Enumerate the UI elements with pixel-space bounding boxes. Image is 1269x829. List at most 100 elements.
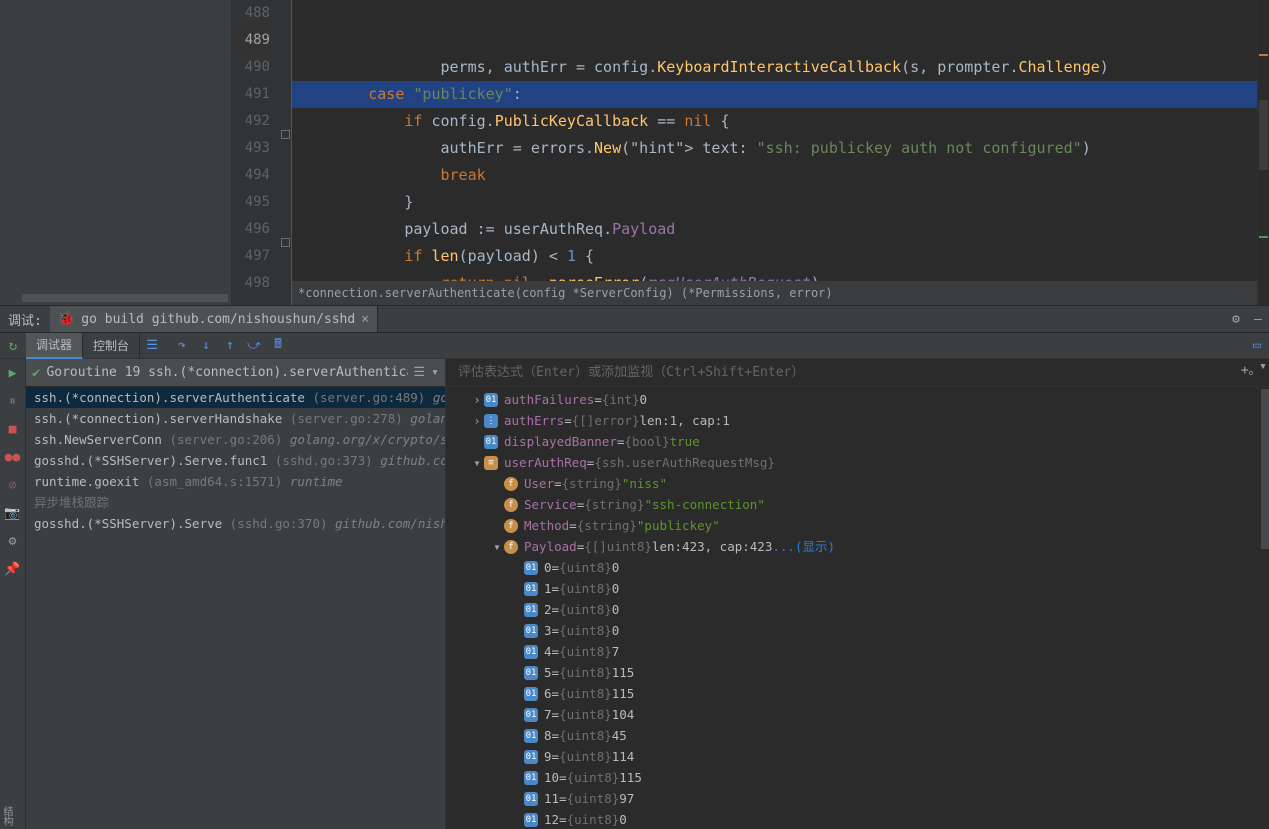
var-payload-item[interactable]: 013 = {uint8} 0	[446, 620, 1269, 641]
code-line[interactable]: if len(payload) < 1 {	[292, 243, 1257, 270]
code-line[interactable]: if config.PublicKeyCallback == nil {	[292, 108, 1257, 135]
layout-icon[interactable]: ▭	[1245, 338, 1269, 353]
chevron-down-icon[interactable]: ▾	[431, 365, 439, 380]
editor-minimap[interactable]	[1257, 0, 1269, 305]
check-icon: ✔	[32, 365, 40, 381]
resume-icon[interactable]: ▶	[5, 365, 21, 381]
var-payload-item[interactable]: 014 = {uint8} 7	[446, 641, 1269, 662]
project-tree-hscroll[interactable]	[22, 294, 228, 302]
debug-toolbar: ↻ 调试器 控制台 ☰ ↷ ↓ ↑ ⤻ 🖩 ▭	[0, 333, 1269, 359]
debug-side-toolbar: ▶ ⏸ ■ ●● ⊘ 📷 ⚙ 📌	[0, 359, 26, 829]
code-line[interactable]: case "publickey":	[292, 81, 1257, 108]
debug-run-config-tab[interactable]: 🐞 go build github.com/nishoushun/sshd ×	[50, 306, 378, 332]
code-line[interactable]: payload := userAuthReq.Payload	[292, 216, 1257, 243]
minimize-icon[interactable]: —	[1247, 312, 1269, 327]
var-payload-item[interactable]: 015 = {uint8} 115	[446, 662, 1269, 683]
gutter-line[interactable]: 492	[232, 108, 270, 135]
gutter-line[interactable]: 488	[232, 0, 270, 27]
tab-console[interactable]: 控制台	[83, 333, 140, 358]
settings-icon[interactable]: ⚙	[1225, 312, 1247, 327]
fold-handle[interactable]	[281, 238, 290, 247]
var-Service[interactable]: fService = {string} "ssh-connection"	[446, 494, 1269, 515]
var-Payload[interactable]: ▾fPayload = {[]uint8} len:423, cap:423 .…	[446, 536, 1269, 557]
debug-label: 调试:	[0, 310, 50, 329]
tab-debugger[interactable]: 调试器	[26, 333, 83, 359]
stop-icon[interactable]: ■	[5, 421, 21, 437]
var-authErrs[interactable]: ›⋮authErrs = {[]error} len:1, cap:1	[446, 410, 1269, 431]
pin-icon[interactable]: 📌	[5, 561, 21, 577]
stack-frame[interactable]: gosshd.(*SSHServer).Serve (sshd.go:370) …	[26, 513, 445, 534]
step-over-icon[interactable]: ↷	[170, 338, 194, 353]
gutter-line[interactable]: 494	[232, 162, 270, 189]
stack-frame[interactable]: ssh.(*connection).serverAuthenticate (se…	[26, 387, 445, 408]
var-User[interactable]: fUser = {string} "niss"	[446, 473, 1269, 494]
var-payload-item[interactable]: 019 = {uint8} 114	[446, 746, 1269, 767]
add-watch-icon[interactable]: +｡	[1241, 359, 1255, 378]
var-Method[interactable]: fMethod = {string} "publickey"	[446, 515, 1269, 536]
var-payload-item[interactable]: 016 = {uint8} 115	[446, 683, 1269, 704]
var-payload-item[interactable]: 0111 = {uint8} 97	[446, 788, 1269, 809]
async-stack-label: 异步堆栈跟踪	[26, 492, 445, 513]
var-payload-item[interactable]: 018 = {uint8} 45	[446, 725, 1269, 746]
code-line[interactable]: authErr = errors.New("hint"> text: "ssh:…	[292, 135, 1257, 162]
bug-icon: 🐞	[58, 311, 75, 327]
gutter-line[interactable]: 495	[232, 189, 270, 216]
gutter-line[interactable]: 497	[232, 243, 270, 270]
frames-panel: ✔ Goroutine 19 ssh.(*connection).serverA…	[26, 359, 446, 829]
gutter-line[interactable]: 491	[232, 81, 270, 108]
frames-head-label: Goroutine 19 ssh.(*connection).serverAut…	[46, 365, 407, 380]
editor-gutter[interactable]: 488489490491492493494495496497498	[232, 0, 280, 305]
settings2-icon[interactable]: ⚙	[5, 533, 21, 549]
var-payload-item[interactable]: 011 = {uint8} 0	[446, 578, 1269, 599]
editor-area: 488489490491492493494495496497498 perms,…	[0, 0, 1269, 305]
mute-breakpoints-icon[interactable]: ⊘	[5, 477, 21, 493]
var-payload-item[interactable]: 010 = {uint8} 0	[446, 557, 1269, 578]
gutter-line[interactable]: 496	[232, 216, 270, 243]
debug-tab-title: go build github.com/nishoushun/sshd	[81, 312, 355, 327]
threads-icon[interactable]: ☰	[140, 338, 164, 353]
stack-frame[interactable]: ssh.(*connection).serverHandshake (serve…	[26, 408, 445, 429]
fold-handle[interactable]	[281, 130, 290, 139]
rerun-icon[interactable]: ↻	[0, 338, 26, 354]
code-editor[interactable]: perms, authErr = config.KeyboardInteract…	[292, 0, 1257, 305]
gutter-line[interactable]: 489	[232, 27, 270, 54]
stack-frame[interactable]: ssh.NewServerConn (server.go:206) golang…	[26, 429, 445, 450]
chevron-down-icon[interactable]: ▾	[1259, 359, 1267, 378]
code-line[interactable]: }	[292, 189, 1257, 216]
view-breakpoints-icon[interactable]: ●●	[5, 449, 21, 465]
fold-column[interactable]	[280, 0, 292, 305]
stack-frame[interactable]: runtime.goexit (asm_amd64.s:1571) runtim…	[26, 471, 445, 492]
step-out-icon[interactable]: ↑	[218, 338, 242, 353]
debug-tool-window-header: 调试: 🐞 go build github.com/nishoushun/ssh…	[0, 305, 1269, 333]
watch-expression-input[interactable]: 评估表达式（Enter）或添加监视（Ctrl+Shift+Enter）	[446, 359, 1269, 387]
step-into-icon[interactable]: ↓	[194, 338, 218, 353]
frames-thread-selector[interactable]: ✔ Goroutine 19 ssh.(*connection).serverA…	[26, 359, 445, 387]
filter-icon[interactable]: ☰	[414, 365, 426, 380]
var-payload-item[interactable]: 0112 = {uint8} 0	[446, 809, 1269, 829]
var-userAuthReq[interactable]: ▾≡userAuthReq = {ssh.userAuthRequestMsg}	[446, 452, 1269, 473]
variables-scrollbar[interactable]	[1261, 387, 1269, 829]
variables-panel: +｡ ▾ 评估表达式（Enter）或添加监视（Ctrl+Shift+Enter）…	[446, 359, 1269, 829]
gutter-line[interactable]: 498	[232, 270, 270, 297]
gutter-line[interactable]: 493	[232, 135, 270, 162]
code-line[interactable]: perms, authErr = config.KeyboardInteract…	[292, 54, 1257, 81]
var-authFailures[interactable]: ›01authFailures = {int} 0	[446, 389, 1269, 410]
debug-body: ▶ ⏸ ■ ●● ⊘ 📷 ⚙ 📌 ✔ Goroutine 19 ssh.(*co…	[0, 359, 1269, 829]
camera-icon[interactable]: 📷	[5, 505, 21, 521]
var-payload-item[interactable]: 0110 = {uint8} 115	[446, 767, 1269, 788]
project-tree[interactable]	[0, 0, 232, 305]
evaluate-icon[interactable]: 🖩	[266, 335, 290, 357]
code-line[interactable]: break	[292, 162, 1257, 189]
close-icon[interactable]: ×	[361, 312, 369, 327]
gutter-line[interactable]: 490	[232, 54, 270, 81]
var-displayedBanner[interactable]: 01displayedBanner = {bool} true	[446, 431, 1269, 452]
stack-frame[interactable]: gosshd.(*SSHServer).Serve.func1 (sshd.go…	[26, 450, 445, 471]
frames-list[interactable]: ssh.(*connection).serverAuthenticate (se…	[26, 387, 445, 534]
var-payload-item[interactable]: 017 = {uint8} 104	[446, 704, 1269, 725]
editor-breadcrumb[interactable]: *connection.serverAuthenticate(config *S…	[292, 281, 1257, 305]
pause-icon[interactable]: ⏸	[5, 393, 21, 409]
structure-tool-stripe[interactable]: 结构	[0, 803, 14, 829]
run-to-cursor-icon[interactable]: ⤻	[242, 338, 266, 353]
var-payload-item[interactable]: 012 = {uint8} 0	[446, 599, 1269, 620]
variables-tree[interactable]: ›01authFailures = {int} 0›⋮authErrs = {[…	[446, 387, 1269, 829]
